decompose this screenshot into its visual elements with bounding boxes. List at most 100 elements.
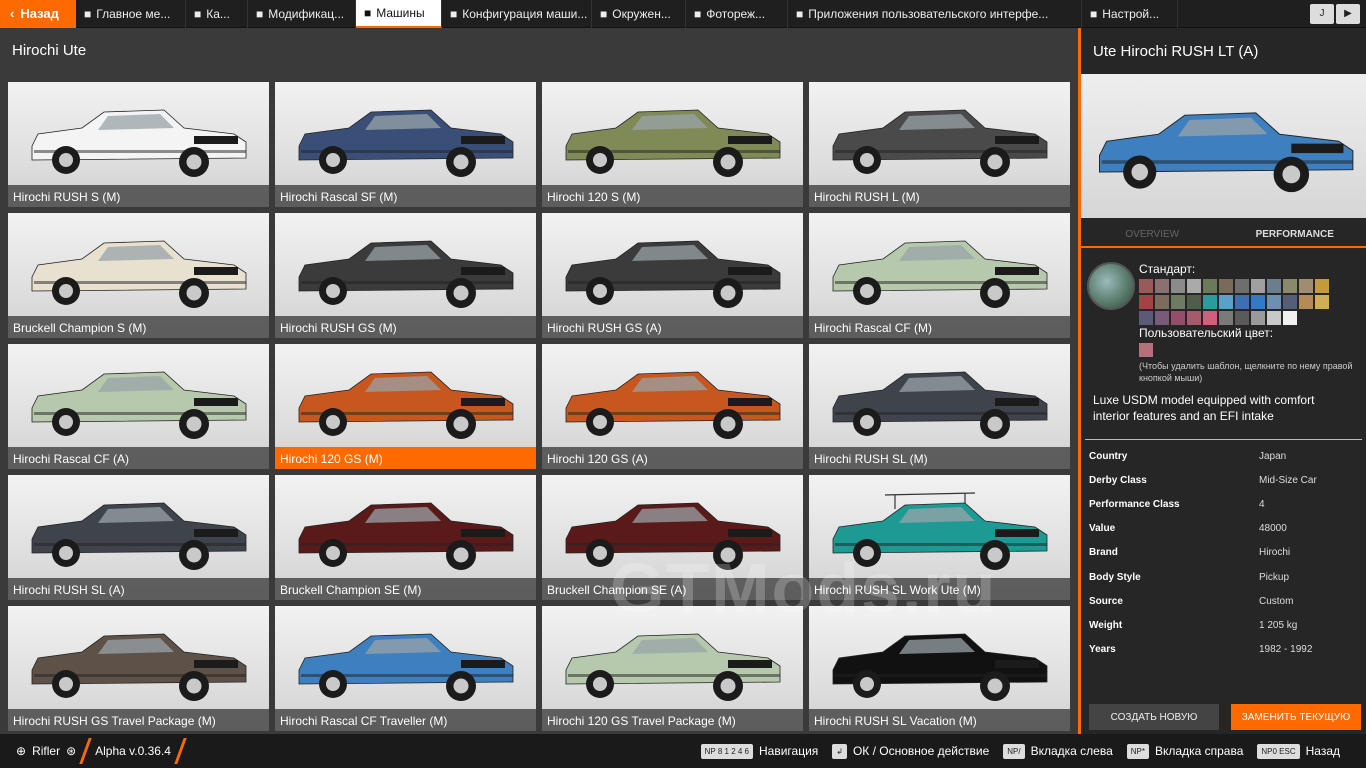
vehicle-tile[interactable]: Hirochi RUSH GS (M)	[275, 213, 536, 338]
play-icon[interactable]: ▶	[1336, 3, 1360, 24]
vehicle-tile[interactable]: Hirochi RUSH SL (M)	[809, 344, 1070, 469]
color-swatch[interactable]	[1283, 279, 1297, 293]
tab-3[interactable]: ■ Машины	[356, 0, 442, 28]
vehicle-tile[interactable]: Hirochi Rascal CF (A)	[8, 344, 269, 469]
color-swatch[interactable]	[1219, 279, 1233, 293]
color-swatch[interactable]	[1219, 311, 1233, 325]
user-name: Rifler	[32, 744, 61, 758]
tab-6[interactable]: ■ Фотореж...	[686, 0, 788, 28]
vehicle-tile[interactable]: Bruckell Champion SE (A)	[542, 475, 803, 600]
color-swatch[interactable]	[1171, 279, 1185, 293]
vehicle-tile[interactable]: Hirochi 120 GS Travel Package (M)	[542, 606, 803, 731]
color-swatch[interactable]	[1235, 279, 1249, 293]
color-swatch[interactable]	[1203, 311, 1217, 325]
vehicle-tile[interactable]: Hirochi Rascal CF Traveller (M)	[275, 606, 536, 731]
color-swatch[interactable]	[1251, 295, 1265, 309]
color-swatch[interactable]	[1267, 311, 1281, 325]
tab-label: Модификац...	[268, 6, 345, 21]
color-swatch[interactable]	[1235, 295, 1249, 309]
color-swatch[interactable]	[1267, 279, 1281, 293]
vehicle-thumbnail	[832, 492, 1048, 570]
replace-current-button[interactable]: ЗАМЕНИТЬ ТЕКУЩУЮ	[1231, 704, 1361, 730]
tab-5[interactable]: ■ Окружен...	[592, 0, 686, 28]
color-swatch[interactable]	[1267, 295, 1281, 309]
back-button[interactable]: ‹ Назад	[0, 0, 76, 28]
color-swatch[interactable]	[1139, 311, 1153, 325]
sliders-icon: ■	[1090, 6, 1098, 21]
vehicle-tile[interactable]: Hirochi 120 S (M)	[542, 82, 803, 207]
vehicle-tile[interactable]: Hirochi RUSH SL Work Ute (M)	[809, 475, 1070, 600]
stat-value: 48000	[1259, 523, 1287, 535]
vehicle-tile[interactable]: Hirochi RUSH GS Travel Package (M)	[8, 606, 269, 731]
vehicle-tile[interactable]: Hirochi RUSH L (M)	[809, 82, 1070, 207]
color-swatch[interactable]	[1235, 311, 1249, 325]
tab-1[interactable]: ■ Ка...	[186, 0, 248, 28]
nav-tabs: ■ Главное ме... ■ Ка... ■ Модификац... ■ Машины…	[76, 0, 1178, 28]
stat-row: Body Style Pickup	[1089, 565, 1358, 589]
vehicle-description: Luxe USDM model equipped with comfort in…	[1085, 378, 1362, 440]
grid-icon: ■	[84, 6, 92, 21]
tab-2[interactable]: ■ Модификац...	[248, 0, 356, 28]
color-swatch[interactable]	[1219, 295, 1233, 309]
key-hint-button[interactable]: J	[1310, 3, 1334, 24]
vehicle-thumbnail	[565, 109, 781, 177]
stat-key: Years	[1089, 644, 1116, 656]
vehicle-tile[interactable]: Hirochi RUSH SL (A)	[8, 475, 269, 600]
color-swatch[interactable]	[1139, 279, 1153, 293]
color-swatch[interactable]	[1187, 295, 1201, 309]
bottom-bar: ⊕ Rifler ⊛ Alpha v.0.36.4 NP 8 1 2 4 6 На…	[0, 734, 1366, 768]
vehicle-name: Hirochi RUSH SL (M)	[809, 447, 1070, 469]
color-swatch[interactable]	[1315, 279, 1329, 293]
color-swatch[interactable]	[1251, 279, 1265, 293]
color-swatch[interactable]	[1171, 311, 1185, 325]
tab-performance[interactable]: PERFORMANCE	[1224, 218, 1366, 246]
tab-label: Фотореж...	[706, 6, 766, 21]
vehicle-tile[interactable]: Hirochi Rascal CF (M)	[809, 213, 1070, 338]
color-swatch[interactable]	[1155, 279, 1169, 293]
color-swatch[interactable]	[1203, 279, 1217, 293]
color-swatch[interactable]	[1203, 295, 1217, 309]
vehicle-tile[interactable]: Hirochi 120 GS (A)	[542, 344, 803, 469]
vehicle-tile[interactable]: Hirochi RUSH S (M)	[8, 82, 269, 207]
vehicle-tile[interactable]: Bruckell Champion SE (M)	[275, 475, 536, 600]
custom-color-swatch[interactable]	[1139, 343, 1153, 357]
color-swatch[interactable]	[1283, 295, 1297, 309]
create-new-button[interactable]: СОЗДАТЬ НОВУЮ	[1089, 704, 1219, 730]
vehicle-tile[interactable]: Bruckell Champion S (M)	[8, 213, 269, 338]
tab-overview[interactable]: OVERVIEW	[1081, 218, 1224, 246]
vehicle-name: Hirochi 120 S (M)	[542, 185, 803, 207]
vehicle-name: Hirochi RUSH SL Work Ute (M)	[809, 578, 1070, 600]
tab-4[interactable]: ■ Конфигурация маши...	[442, 0, 592, 28]
vehicle-name: Hirochi RUSH GS Travel Package (M)	[8, 709, 269, 731]
vehicle-tile[interactable]: Hirochi RUSH GS (A)	[542, 213, 803, 338]
tab-0[interactable]: ■ Главное ме...	[76, 0, 186, 28]
color-swatch[interactable]	[1299, 295, 1313, 309]
vehicle-thumbnail	[31, 633, 247, 701]
color-swatch[interactable]	[1187, 311, 1201, 325]
color-swatch[interactable]	[1299, 279, 1313, 293]
tab-7[interactable]: ■ Приложения пользовательского интерфе...	[788, 0, 1082, 28]
vehicle-name: Hirochi 120 GS (M)	[275, 447, 536, 469]
stat-key: Value	[1089, 523, 1116, 535]
color-swatch[interactable]	[1155, 311, 1169, 325]
vehicle-tile[interactable]: Hirochi RUSH SL Vacation (M)	[809, 606, 1070, 731]
color-swatch[interactable]	[1171, 295, 1185, 309]
weather-icon: ■	[600, 6, 608, 21]
vehicle-tile[interactable]: Hirochi 120 GS (M)	[275, 344, 536, 469]
control-hint: NP 8 1 2 4 6 Навигация	[700, 743, 818, 759]
color-swatch[interactable]	[1315, 295, 1329, 309]
color-swatch[interactable]	[1251, 311, 1265, 325]
stat-value: Custom	[1259, 595, 1294, 607]
color-swatch[interactable]	[1187, 279, 1201, 293]
vehicle-thumbnail	[298, 240, 514, 308]
color-swatch[interactable]	[1139, 295, 1153, 309]
color-swatch[interactable]	[1155, 295, 1169, 309]
vehicle-tile[interactable]: Hirochi Rascal SF (M)	[275, 82, 536, 207]
stat-value: 1 205 kg	[1259, 619, 1298, 631]
vehicle-name: Hirochi Rascal CF (M)	[809, 316, 1070, 338]
color-swatch[interactable]	[1283, 311, 1297, 325]
paint-avatar	[1087, 262, 1135, 310]
vehicle-thumbnail	[832, 240, 1048, 308]
vehicle-thumbnail	[298, 109, 514, 177]
tab-8[interactable]: ■ Настрой...	[1082, 0, 1178, 28]
